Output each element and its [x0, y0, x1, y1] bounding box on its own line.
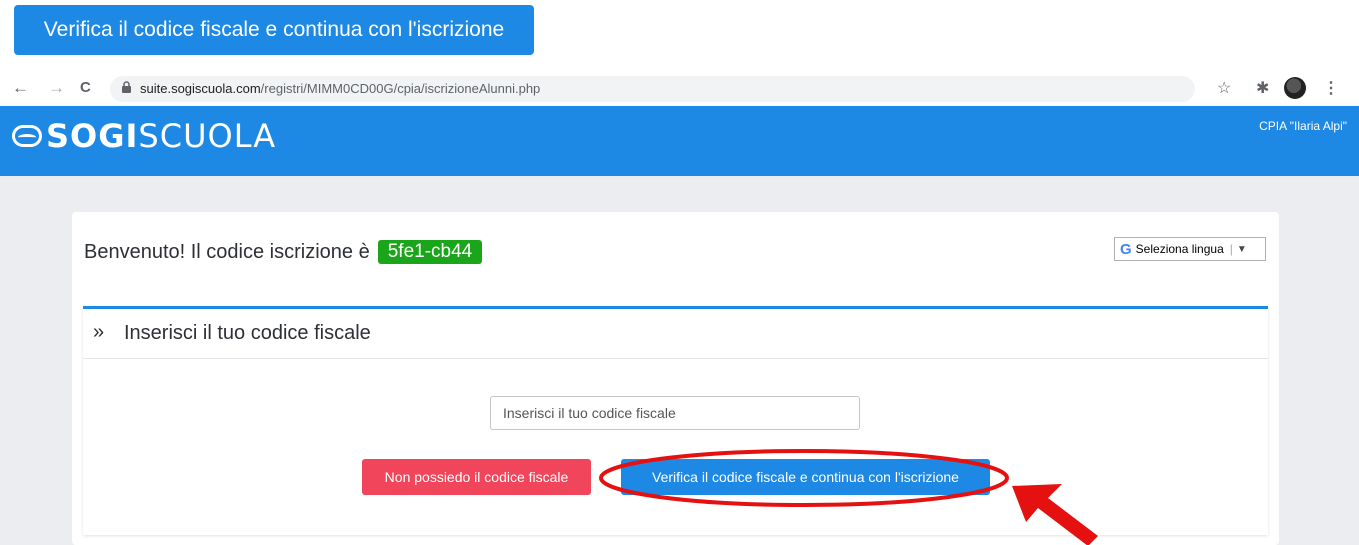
welcome-text: Benvenuto! Il codice iscrizione è — [84, 240, 370, 263]
google-icon: G — [1120, 240, 1132, 258]
browser-menu-icon[interactable]: ⋮ — [1323, 78, 1339, 98]
logo-wave-icon — [12, 125, 42, 147]
back-icon[interactable]: ← — [12, 78, 29, 98]
verify-continue-button[interactable]: Verifica il codice fiscale e continua co… — [621, 459, 990, 495]
logo-text-bold: SOGI — [46, 117, 139, 155]
codice-fiscale-input[interactable] — [490, 396, 860, 430]
url-path: /registri/MIMM0CD00G/cpia/iscrizioneAlun… — [260, 81, 541, 96]
double-chevron-right-icon: » — [93, 321, 105, 343]
panel-header: » Inserisci il tuo codice fiscale — [83, 309, 1268, 359]
lock-icon — [122, 81, 131, 96]
panel-title: Inserisci il tuo codice fiscale — [124, 322, 371, 344]
registration-code-badge: 5fe1-cb44 — [377, 240, 483, 264]
callout-verify-button: Verifica il codice fiscale e continua co… — [14, 5, 534, 55]
profile-avatar[interactable] — [1284, 77, 1306, 99]
extensions-icon[interactable]: ✱ — [1256, 78, 1269, 98]
site-header: SOGISCUOLA CPIA "Ilaria Alpi" — [0, 106, 1359, 176]
address-bar[interactable]: suite.sogiscuola.com/registri/MIMM0CD00G… — [110, 76, 1195, 102]
language-separator: | — [1229, 242, 1233, 256]
url-host: suite.sogiscuola.com — [140, 81, 261, 96]
reload-icon[interactable]: C — [80, 79, 91, 96]
welcome-message: Benvenuto! Il codice iscrizione è 5fe1-c… — [84, 240, 483, 264]
bookmark-star-icon[interactable]: ☆ — [1217, 78, 1231, 98]
school-name: CPIA "Ilaria Alpi" — [1259, 119, 1347, 133]
language-label: Seleziona lingua — [1135, 242, 1224, 256]
url-text: suite.sogiscuola.com/registri/MIMM0CD00G… — [140, 81, 540, 96]
chevron-down-icon: ▼ — [1236, 243, 1247, 255]
language-selector[interactable]: G Seleziona lingua | ▼ — [1114, 237, 1266, 261]
sogiscuola-logo[interactable]: SOGISCUOLA — [12, 116, 276, 156]
browser-toolbar: ← → C suite.sogiscuola.com/registri/MIMM… — [0, 72, 1359, 106]
forward-icon[interactable]: → — [48, 78, 65, 98]
logo-text-light: SCUOLA — [138, 117, 277, 155]
no-codice-fiscale-button[interactable]: Non possiedo il codice fiscale — [362, 459, 591, 495]
